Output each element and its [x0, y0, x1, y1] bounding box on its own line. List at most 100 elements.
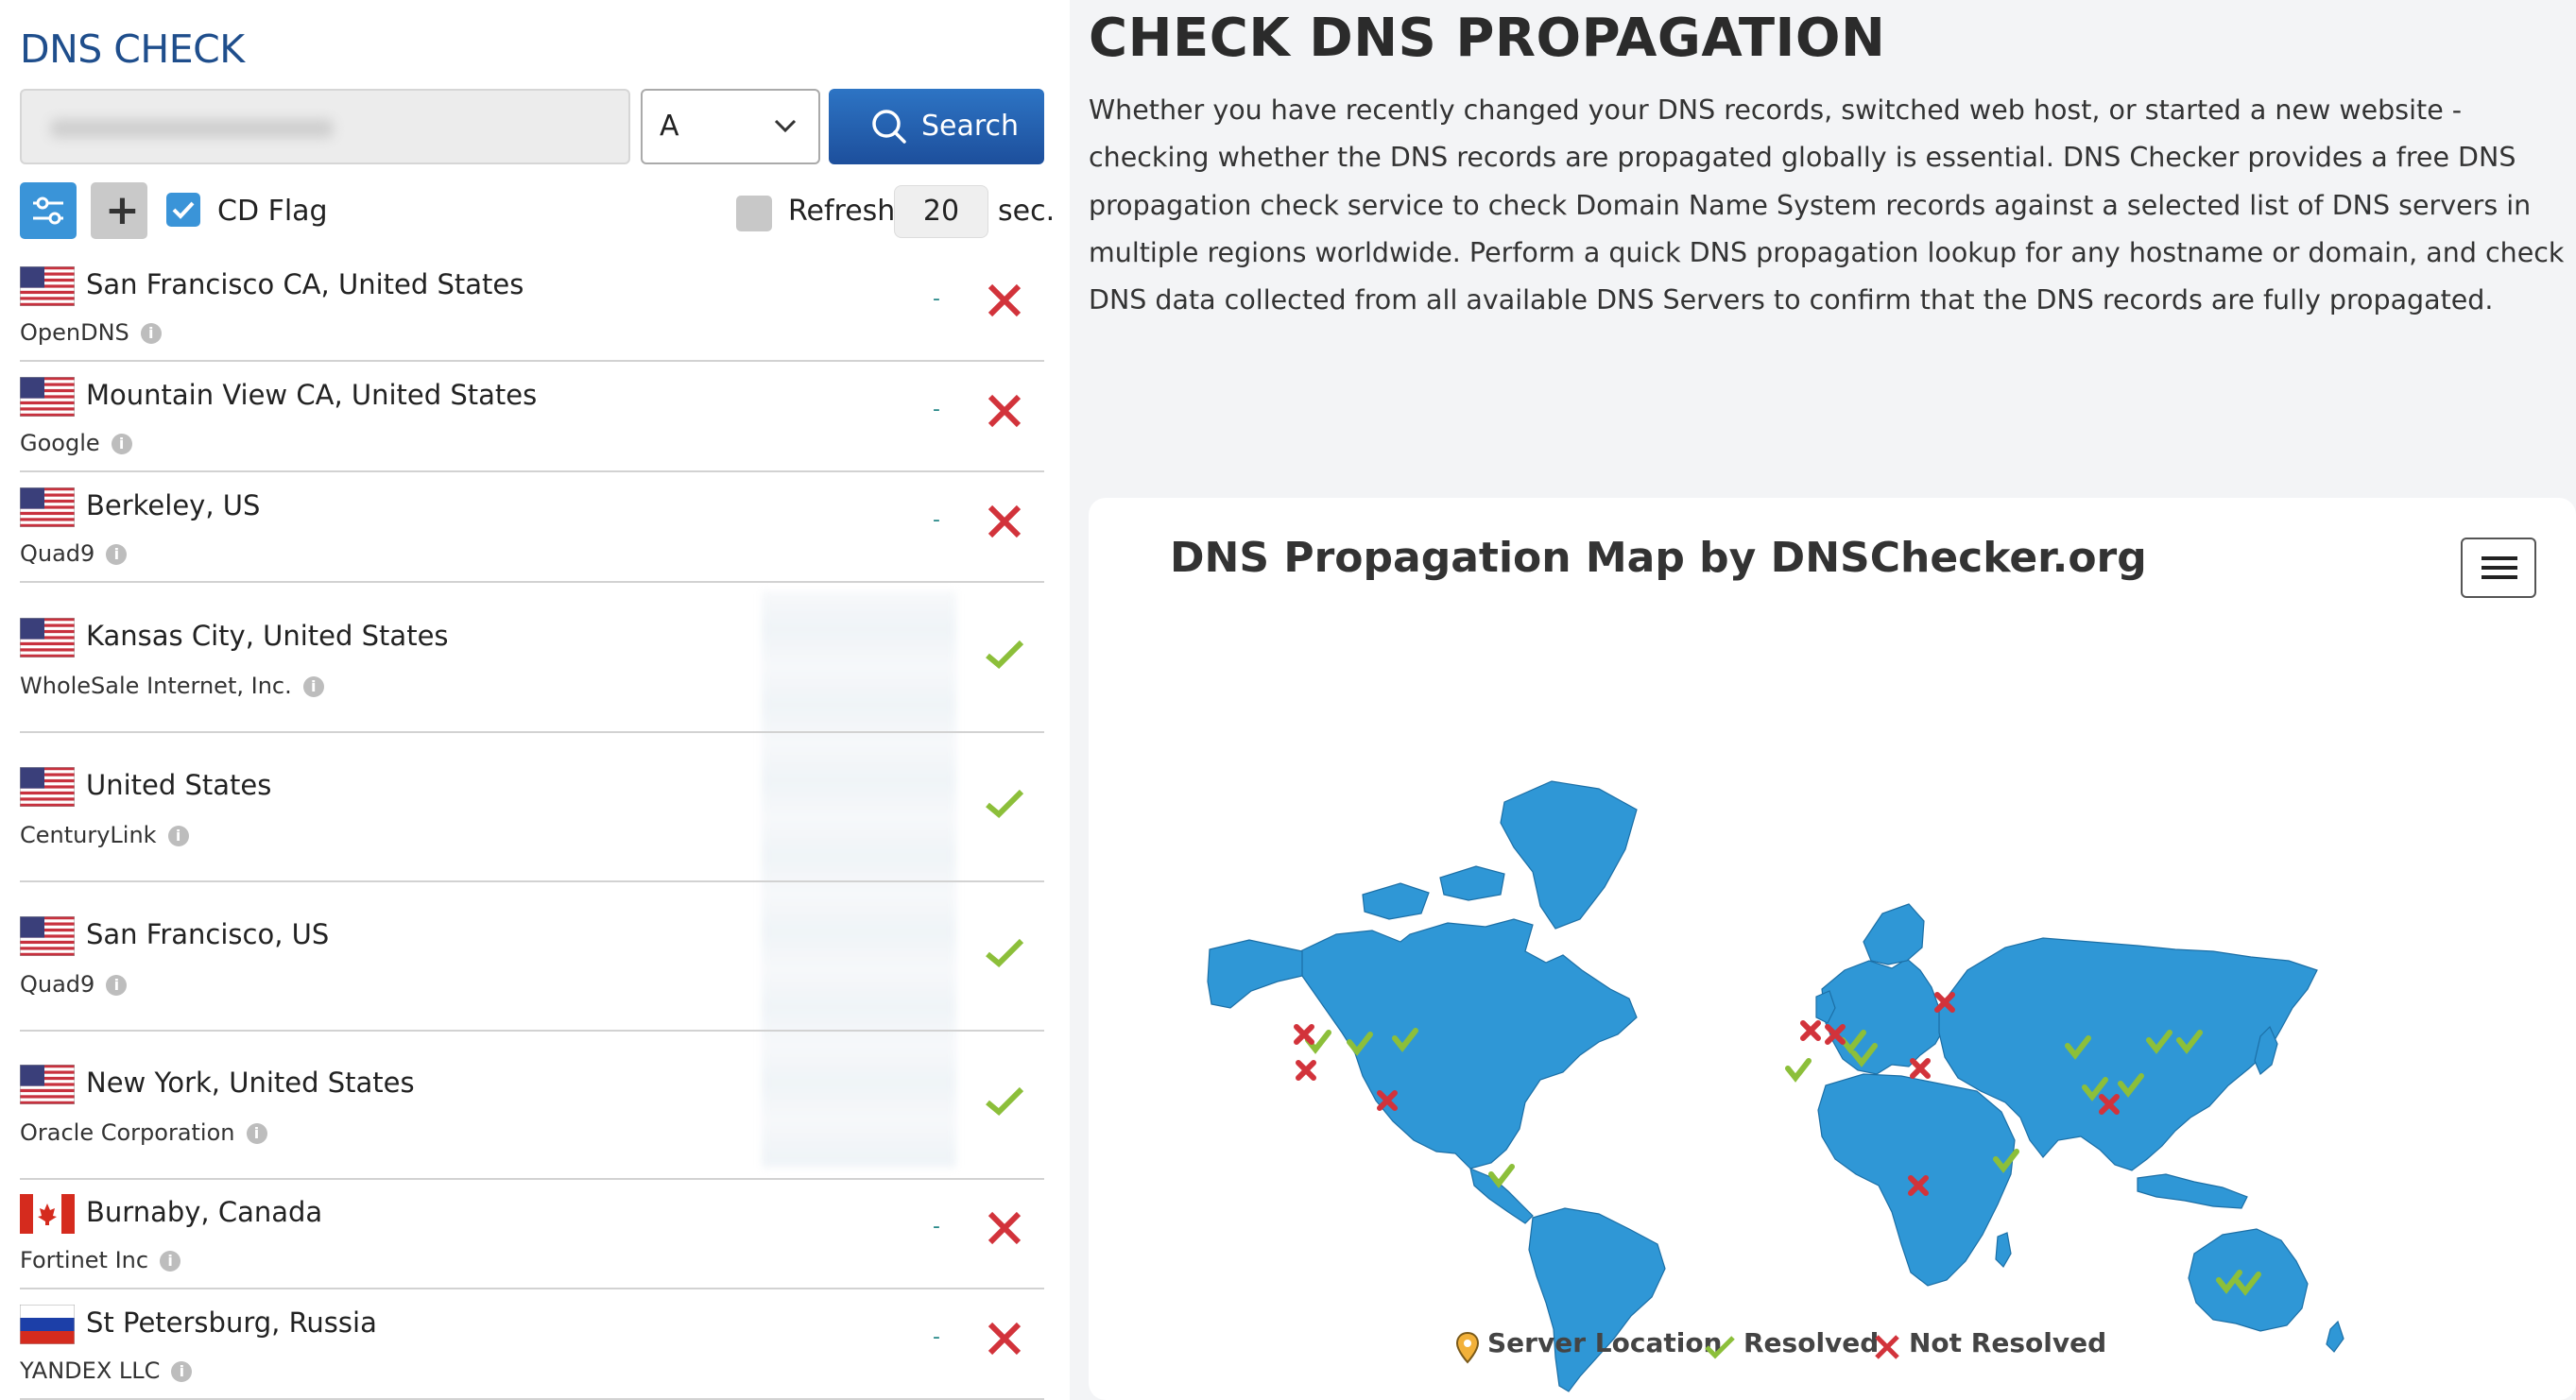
server-location: San Francisco, US [86, 918, 330, 950]
provider-name: Quad9 [20, 971, 95, 998]
refresh-unit-label: sec. [998, 195, 1056, 228]
dns-check-panel: DNS CHECK A Search + CD Flag Refresh: 20… [0, 0, 1070, 1400]
refresh-label: Refresh: [788, 195, 905, 228]
info-icon[interactable]: i [140, 323, 162, 344]
server-provider: CenturyLink i [20, 822, 189, 848]
server-location: Berkeley, US [86, 489, 261, 521]
australia [2188, 1228, 2309, 1332]
server-row: Kansas City, United States WholeSale Inte… [19, 586, 1044, 733]
provider-name: YANDEX LLC [20, 1357, 161, 1384]
resolved-check-icon [984, 633, 1025, 674]
result-value: - [933, 398, 940, 421]
provider-name: WholeSale Internet, Inc. [20, 673, 292, 699]
search-button[interactable]: Search [829, 89, 1044, 164]
pin-icon [1455, 1331, 1480, 1364]
map-title: DNS Propagation Map by DNSChecker.org [1170, 534, 2147, 582]
cd-flag-label: CD Flag [217, 195, 328, 228]
server-location: Kansas City, United States [86, 620, 449, 652]
info-icon[interactable]: i [106, 544, 128, 565]
country-flag-icon [19, 617, 76, 658]
not-resolved-x-icon [1875, 1335, 1899, 1359]
se-asia-islands [2137, 1173, 2248, 1209]
result-value: - [933, 287, 940, 311]
arctic-islands [1362, 882, 1430, 920]
country-flag-icon [19, 1064, 76, 1105]
search-icon [872, 110, 906, 144]
info-icon[interactable]: i [160, 1251, 181, 1272]
info-icon[interactable]: i [106, 975, 128, 996]
result-value: - [933, 1215, 940, 1238]
legend-not-resolved: Not Resolved [1909, 1327, 2107, 1358]
country-flag-icon [19, 1304, 76, 1345]
chart-menu-button[interactable] [2461, 538, 2536, 598]
server-row: San Francisco, US Quad9 i [19, 884, 1044, 1032]
resolved-check-icon [984, 782, 1025, 824]
server-provider: Quad9 i [20, 971, 128, 998]
record-type-value: A [660, 110, 679, 143]
server-row: United States CenturyLink i [19, 735, 1044, 882]
new-zealand [2326, 1320, 2344, 1353]
search-button-label: Search [921, 110, 1020, 143]
server-row: Berkeley, US Quad9 i - [19, 474, 1044, 583]
propagation-map-card: DNS Propagation Map by DNSChecker.org Se… [1089, 498, 2576, 1400]
world-map [1207, 780, 2344, 1392]
server-provider: YANDEX LLC i [20, 1357, 193, 1384]
domain-input[interactable] [20, 89, 630, 164]
provider-name: CenturyLink [20, 822, 157, 848]
server-provider: WholeSale Internet, Inc. i [20, 673, 324, 699]
scandinavia [1863, 903, 1925, 965]
panel-title: DNS CHECK [20, 26, 245, 72]
resolved-check-icon [984, 931, 1025, 973]
add-server-button[interactable]: + [91, 182, 147, 239]
resolved-check-icon [1705, 1336, 1735, 1359]
cd-flag-checkbox[interactable] [166, 193, 200, 227]
result-value: - [933, 1325, 940, 1349]
chevron-down-icon [773, 106, 798, 151]
server-location: San Francisco CA, United States [86, 268, 524, 300]
provider-name: Google [20, 430, 100, 456]
not-resolved-x-icon [984, 390, 1025, 432]
server-location: St Petersburg, Russia [86, 1306, 377, 1339]
not-resolved-x-icon [984, 1318, 1025, 1359]
country-flag-icon [19, 487, 76, 528]
result-value: - [933, 508, 940, 532]
refresh-checkbox[interactable] [736, 196, 772, 231]
not-resolved-x-icon [984, 501, 1025, 542]
not-resolved-x-icon [984, 1207, 1025, 1249]
plus-icon: + [105, 186, 140, 234]
provider-name: Oracle Corporation [20, 1119, 235, 1146]
server-row: St Petersburg, Russia YANDEX LLC i - [19, 1291, 1044, 1400]
server-row: Mountain View CA, United States Google i - [19, 364, 1044, 472]
provider-name: OpenDNS [20, 319, 129, 346]
info-icon[interactable]: i [167, 826, 189, 846]
refresh-interval-input[interactable]: 20 [894, 185, 988, 238]
south-america [1528, 1207, 1666, 1392]
legend-server-location: Server Location [1487, 1327, 1723, 1358]
info-icon[interactable]: i [171, 1361, 193, 1382]
hamburger-icon-line [2482, 556, 2517, 560]
server-provider: Fortinet Inc i [20, 1247, 181, 1273]
page-title: CHECK DNS PROPAGATION [1089, 8, 1886, 69]
hamburger-icon-line [2482, 566, 2517, 570]
server-provider: Oracle Corporation i [20, 1119, 267, 1146]
server-row: New York, United States Oracle Corporatio… [19, 1033, 1044, 1180]
country-flag-icon [19, 376, 76, 418]
server-location: New York, United States [86, 1067, 415, 1099]
greenland [1500, 780, 1638, 930]
alaska [1207, 939, 1303, 1009]
arctic-islands-2 [1439, 865, 1505, 901]
country-flag-icon [19, 915, 76, 957]
legend-resolved: Resolved [1743, 1327, 1880, 1358]
info-icon[interactable]: i [302, 676, 324, 697]
server-provider: Quad9 i [20, 540, 128, 567]
record-type-select[interactable]: A [641, 89, 820, 164]
server-row: Burnaby, Canada Fortinet Inc i - [20, 1181, 1044, 1289]
info-icon[interactable]: i [111, 434, 132, 454]
filter-settings-button[interactable] [20, 182, 77, 239]
info-icon[interactable]: i [246, 1123, 267, 1144]
provider-name: Fortinet Inc [20, 1247, 149, 1273]
server-provider: OpenDNS i [20, 319, 162, 346]
server-location: Mountain View CA, United States [86, 379, 538, 411]
not-resolved-x-icon [984, 280, 1025, 321]
country-flag-icon [20, 1194, 75, 1234]
